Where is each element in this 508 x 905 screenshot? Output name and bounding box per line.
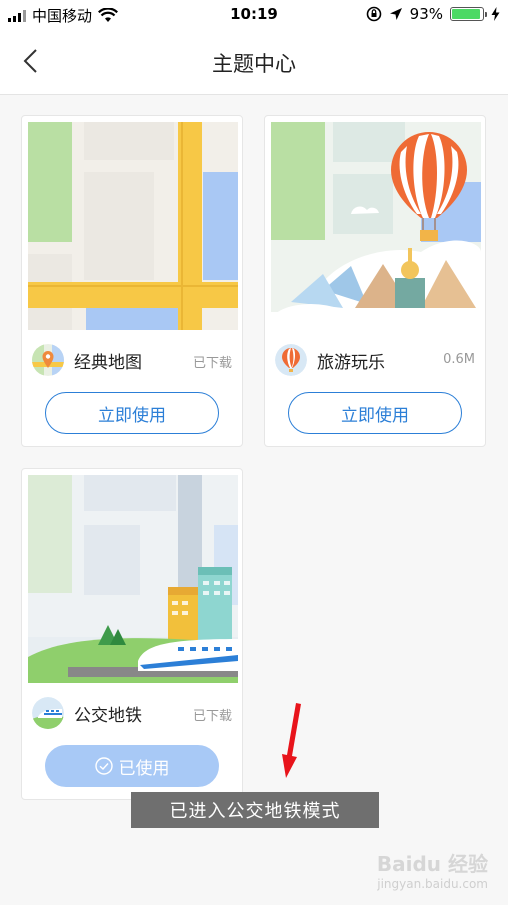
travel-preview <box>271 122 481 330</box>
watermark-logo: Baidu 经验 <box>376 852 488 876</box>
theme-card-travel: 旅游玩乐 0.6M 立即使用 <box>264 115 486 447</box>
download-status: 已下载 <box>192 356 232 371</box>
use-now-label: 立即使用 <box>98 405 166 426</box>
annotation-arrow-icon <box>282 703 301 778</box>
check-circle-icon <box>94 757 113 775</box>
status-right: 93% <box>366 5 500 23</box>
watermark: Baidu 经验 jingyan.baidu.com <box>377 848 488 891</box>
theme-card-classic-map: 经典地图 已下载 立即使用 <box>21 115 243 447</box>
transit-preview <box>28 475 238 683</box>
in-use-label: 已使用 <box>118 758 170 779</box>
download-size: 0.6M <box>443 352 475 367</box>
watermark-url: jingyan.baidu.com <box>377 877 488 891</box>
theme-name: 经典地图 <box>74 353 142 373</box>
train-icon <box>32 697 64 729</box>
toast-message: 已进入公交地铁模式 <box>131 792 379 828</box>
page-title: 主题中心 <box>212 52 296 76</box>
map-pin-icon <box>32 344 64 376</box>
classic-map-preview <box>28 122 238 330</box>
battery-percent: 93% <box>409 5 443 23</box>
hot-air-balloon-icon <box>275 344 307 376</box>
status-bar: 中国移动 10:19 93% <box>0 0 508 30</box>
download-status: 已下载 <box>192 709 232 724</box>
rotation-lock-icon <box>366 6 381 22</box>
battery-icon <box>450 7 487 21</box>
charging-icon <box>491 7 500 21</box>
theme-name: 旅游玩乐 <box>317 353 385 373</box>
use-now-button[interactable]: 立即使用 <box>45 392 219 434</box>
use-now-label: 立即使用 <box>341 405 409 426</box>
location-icon <box>389 8 402 20</box>
theme-name: 公交地铁 <box>74 706 142 726</box>
nav-bar: 主题中心 <box>0 30 508 95</box>
in-use-button[interactable]: 已使用 <box>45 745 219 787</box>
use-now-button[interactable]: 立即使用 <box>288 392 462 434</box>
theme-card-transit: 公交地铁 已下载 已使用 <box>21 468 243 800</box>
